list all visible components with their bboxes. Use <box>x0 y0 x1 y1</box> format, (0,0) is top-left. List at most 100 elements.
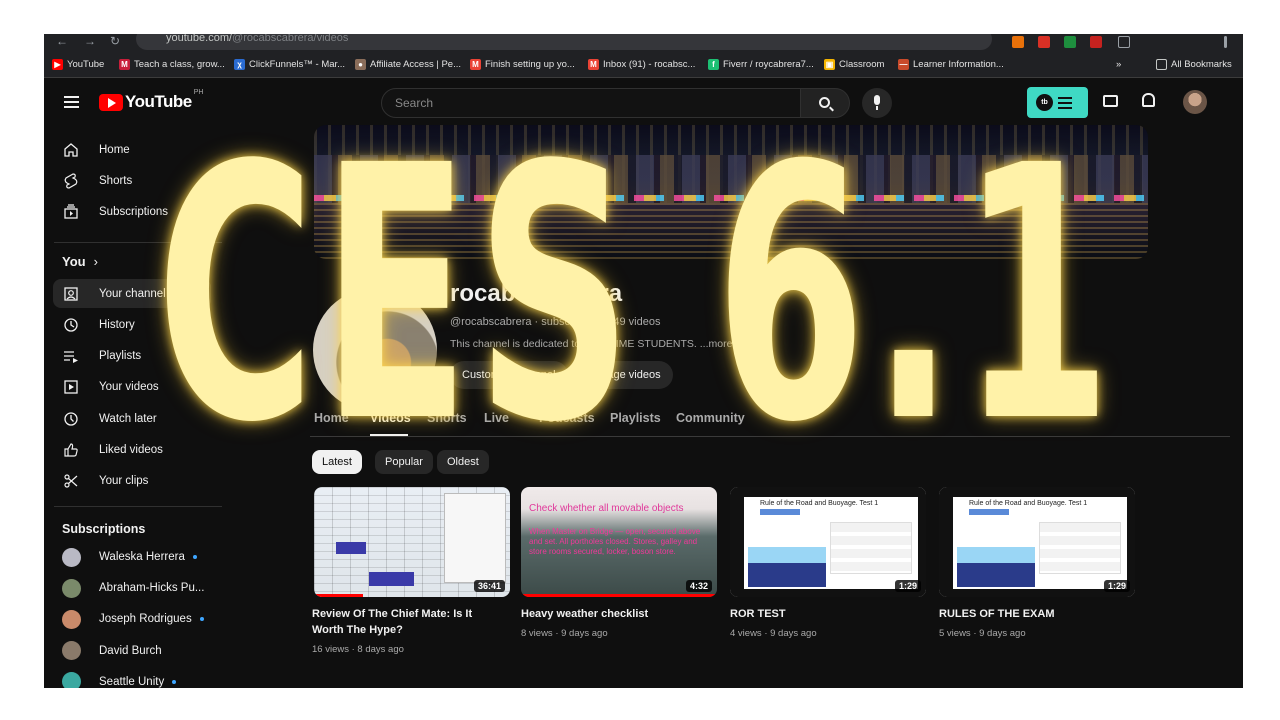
bookmarks-bar: ▶ YouTube M Teach a class, grow... χ ClickFun… <box>44 52 1243 78</box>
bookmark-item[interactable]: χ ClickFunnels™ - Mar... <box>234 59 345 70</box>
all-bookmarks-button[interactable]: All Bookmarks <box>1156 59 1232 70</box>
browser-toolbar: ← → ↻ youtube.com/@rocabscabrera/videos <box>44 34 1243 52</box>
search-button[interactable] <box>800 88 850 118</box>
video-title[interactable]: RULES OF THE EXAM <box>939 606 1129 622</box>
sidebar-item-subscriptions[interactable]: Subscriptions <box>53 197 211 226</box>
bookmark-label: Finish setting up yo... <box>485 59 575 70</box>
voice-search-button[interactable] <box>862 88 892 118</box>
manage-videos-button[interactable]: Manage videos <box>574 361 673 389</box>
video-title[interactable]: Review Of The Chief Mate: Is It Worth Th… <box>312 606 502 638</box>
tab-playlists[interactable]: Playlists <box>610 411 661 425</box>
tab-live[interactable]: Live <box>484 411 509 425</box>
subscription-item[interactable]: Abraham-Hicks Pu... <box>62 576 212 600</box>
subscription-item[interactable]: Seattle Unity <box>62 670 212 688</box>
subscription-item[interactable]: David Burch <box>62 639 212 663</box>
sidebar-item-label: Liked videos <box>99 444 163 456</box>
sidebar-item-history[interactable]: History <box>53 310 211 339</box>
channel-meta: @rocabscabrera · subscribers · 449 video… <box>450 316 661 328</box>
chip-latest[interactable]: Latest <box>312 450 362 474</box>
folder-icon <box>1156 59 1167 70</box>
sidebar-item-your-clips[interactable]: Your clips <box>53 467 211 496</box>
extension-icon[interactable] <box>1012 36 1024 48</box>
sidebar-item-label: Shorts <box>99 174 133 187</box>
extension-icon[interactable] <box>1064 36 1076 48</box>
sidebar-divider <box>54 242 222 243</box>
channel-avatar <box>62 641 81 661</box>
sidebar-item-your-videos[interactable]: Your videos <box>53 373 211 402</box>
bookmark-label: Classroom <box>839 59 885 70</box>
notifications-icon[interactable] <box>1142 93 1155 107</box>
you-section-title: You <box>62 254 86 269</box>
back-icon[interactable]: ← <box>56 34 68 48</box>
tab-community[interactable]: Community <box>676 411 745 425</box>
video-thumbnail[interactable]: Check whether all movable objects When M… <box>521 487 717 597</box>
menu-icon[interactable] <box>64 96 79 111</box>
youtube-header: YouTube PH Search tb <box>44 79 1234 125</box>
bookmark-label: Affiliate Access | Pe... <box>370 59 462 70</box>
tab-home[interactable]: Home <box>314 411 349 425</box>
bookmark-item[interactable]: M Finish setting up yo... <box>470 59 575 70</box>
tubebuddy-button[interactable]: tb <box>1027 87 1088 118</box>
playlists-icon <box>63 348 79 364</box>
bookmark-item[interactable]: ▶ YouTube <box>52 59 104 70</box>
home-icon <box>63 142 79 158</box>
video-title[interactable]: ROR TEST <box>730 606 920 622</box>
bookmark-item[interactable]: ● Affiliate Access | Pe... <box>355 59 461 70</box>
bookmark-favicon-icon: M <box>119 59 130 70</box>
thumbnail-body-text: When Master on Bridge — open, secured ab… <box>529 527 701 556</box>
video-thumbnail[interactable]: Rule of the Road and Buoyage. Test 1 1:2… <box>730 487 926 597</box>
bookmark-item[interactable]: M Teach a class, grow... <box>119 59 225 70</box>
channel-avatar <box>62 672 81 688</box>
video-title[interactable]: Heavy weather checklist <box>521 606 711 622</box>
you-section-header[interactable]: You › <box>62 254 98 269</box>
create-video-icon[interactable] <box>1103 95 1118 107</box>
subscription-item[interactable]: Waleska Herrera <box>62 545 212 569</box>
chip-popular[interactable]: Popular <box>375 450 433 474</box>
sidebar-item-liked-videos[interactable]: Liked videos <box>53 436 211 465</box>
search-input[interactable]: Search <box>381 88 801 118</box>
subscription-item[interactable]: Joseph Rodrigues <box>62 607 212 631</box>
sidebar-item-home[interactable]: Home <box>53 135 211 164</box>
video-thumbnail[interactable]: Rule of the Road and Buoyage. Test 1 1:2… <box>939 487 1135 597</box>
channel-avatar[interactable] <box>313 288 437 412</box>
tab-shorts[interactable]: Shorts <box>427 411 467 425</box>
extension-icon[interactable] <box>1038 36 1050 48</box>
bookmark-item[interactable]: ▣ Classroom <box>824 59 884 70</box>
url-path: @rocabscabrera/videos <box>232 34 349 44</box>
subscription-name: Seattle Unity <box>99 675 165 688</box>
channel-description[interactable]: This channel is dedicated to MARITIME ST… <box>450 338 732 350</box>
video-meta: 16 views · 8 days ago <box>312 644 404 655</box>
extension-icon[interactable] <box>1090 36 1102 48</box>
sidebar-divider <box>54 506 222 507</box>
sidebar-item-watch-later[interactable]: Watch later <box>53 404 211 433</box>
new-content-dot <box>199 617 204 622</box>
bookmark-label: Inbox (91) - rocabsc... <box>603 59 696 70</box>
bookmark-item[interactable]: M Inbox (91) - rocabsc... <box>588 59 695 70</box>
video-thumbnail[interactable]: 36:41 <box>314 487 510 597</box>
sidebar-item-label: Your clips <box>99 475 149 488</box>
duration-badge: 36:41 <box>473 580 505 592</box>
bookmarks-overflow-icon[interactable]: » <box>1116 59 1121 70</box>
forward-icon[interactable]: → <box>84 34 96 48</box>
bookmark-item[interactable]: f Fiverr / roycabrera7... <box>708 59 814 70</box>
chip-oldest[interactable]: Oldest <box>437 450 489 474</box>
extensions-puzzle-icon[interactable] <box>1118 36 1130 48</box>
reload-icon[interactable]: ↻ <box>110 34 120 48</box>
channel-banner <box>314 125 1148 259</box>
bookmark-item[interactable]: — Learner Information... <box>898 59 1004 70</box>
sidebar-item-playlists[interactable]: Playlists <box>53 342 211 371</box>
customize-channel-button[interactable]: Customize channel <box>450 361 568 389</box>
tab-videos[interactable]: Videos <box>370 411 411 425</box>
history-icon <box>63 317 79 333</box>
sidebar-item-shorts[interactable]: Shorts <box>53 166 211 195</box>
logo-text: YouTube <box>125 92 192 111</box>
menu-dots-icon[interactable] <box>1224 36 1227 48</box>
menu-lines-icon <box>1058 97 1072 112</box>
watch-progress <box>314 594 363 597</box>
sidebar-item-your-channel[interactable]: Your channel <box>53 279 211 308</box>
account-avatar[interactable] <box>1183 90 1207 114</box>
youtube-logo[interactable]: YouTube PH <box>99 89 203 112</box>
url-bar[interactable]: youtube.com/@rocabscabrera/videos <box>136 34 992 50</box>
clips-icon <box>63 473 79 489</box>
tab-podcasts[interactable]: Podcasts <box>539 411 595 425</box>
